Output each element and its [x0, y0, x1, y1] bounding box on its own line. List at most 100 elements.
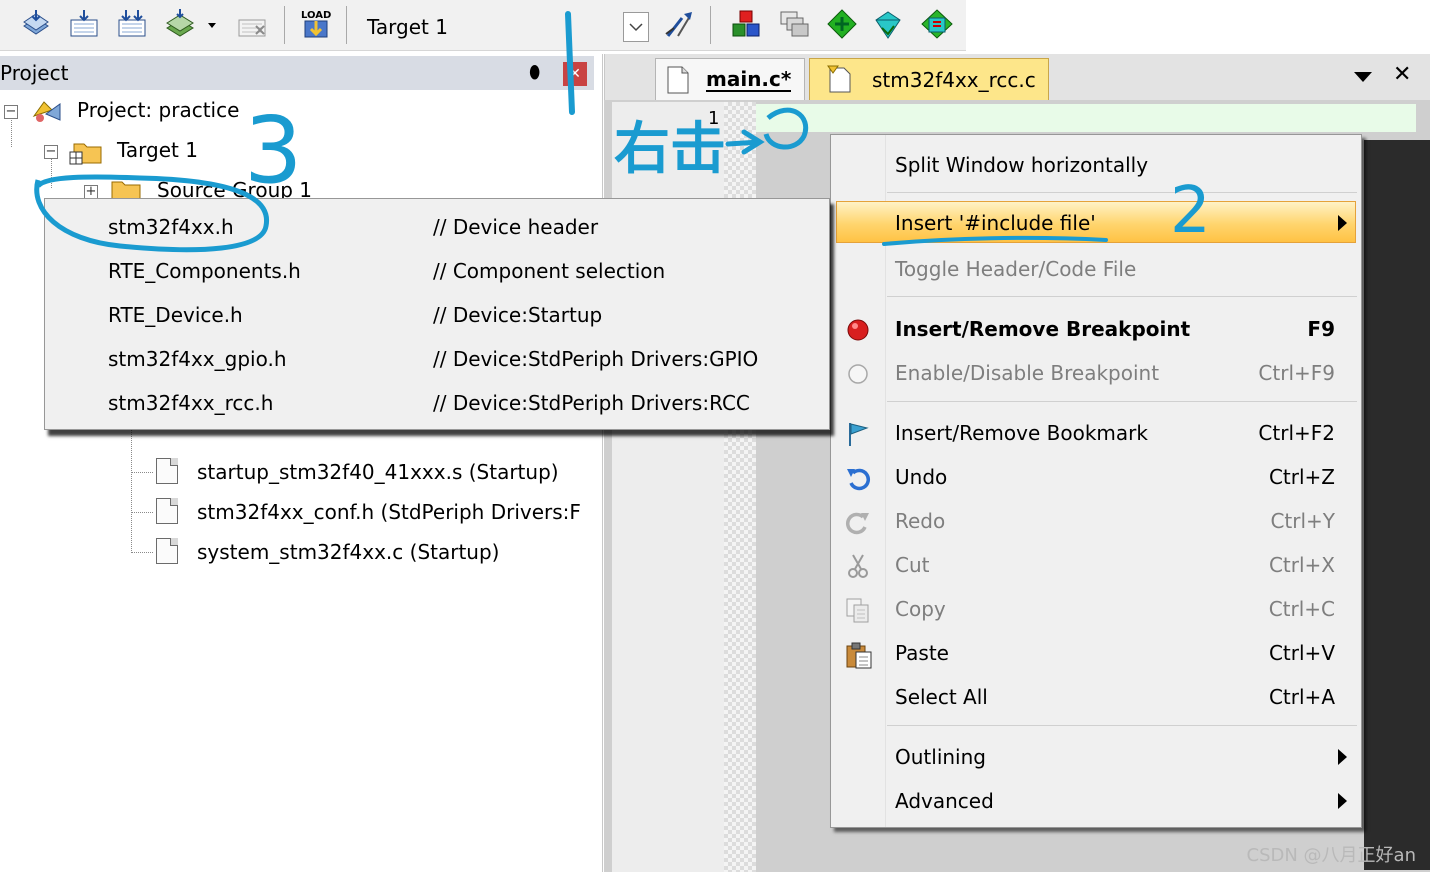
collapse-icon[interactable]: − [4, 105, 18, 119]
include-file-description: // Component selection [433, 259, 666, 283]
menu-item-undo[interactable]: Undo Ctrl+Z [831, 455, 1361, 499]
menu-item-copy[interactable]: Copy Ctrl+C [831, 587, 1361, 631]
editor-code-background [1364, 140, 1430, 870]
tab-label: main.c* [706, 67, 792, 92]
dropdown-arrow-icon[interactable] [204, 8, 220, 40]
include-item[interactable]: stm32f4xx_gpio.h // Device:StdPeriph Dri… [45, 335, 829, 379]
toolbar-separator [710, 6, 711, 44]
bookmark-flag-icon [845, 421, 871, 447]
menu-item-shortcut: Ctrl+X [1268, 553, 1335, 577]
include-item[interactable]: RTE_Components.h // Component selection [45, 247, 829, 291]
close-tab-icon[interactable]: ✕ [1393, 62, 1411, 87]
load-text: LOAD [301, 10, 331, 21]
target-name: Target 1 [367, 15, 448, 39]
collapse-icon[interactable]: − [44, 145, 58, 159]
menu-separator [887, 725, 1357, 726]
menu-item-label: Outlining [895, 745, 986, 769]
include-file-name: stm32f4xx_gpio.h [108, 347, 287, 371]
stop-build-icon[interactable] [236, 8, 268, 40]
include-file-description: // Device:StdPeriph Drivers:GPIO [433, 347, 759, 371]
menu-item-insert-include[interactable]: Insert '#include file' [831, 201, 1361, 245]
file-icon [156, 498, 178, 524]
tree-item-file[interactable]: startup_stm32f40_41xxx.s (Startup) [150, 454, 600, 490]
build-icon[interactable] [68, 8, 100, 40]
tree-item-label: system_stm32f4xx.c (Startup) [197, 540, 500, 564]
menu-separator [887, 296, 1357, 297]
menu-item-label: Undo [895, 465, 948, 489]
translate-icon[interactable] [20, 8, 52, 40]
expand-icon[interactable]: + [84, 185, 98, 199]
manage-components-icon[interactable] [730, 8, 762, 40]
menu-item-label: Select All [895, 685, 988, 709]
menu-item-label: Advanced [895, 789, 994, 813]
include-item[interactable]: stm32f4xx_rcc.h // Device:StdPeriph Driv… [45, 379, 829, 423]
batch-build-icon[interactable] [164, 8, 196, 40]
editor-current-line[interactable] [756, 104, 1416, 132]
load-download-icon[interactable]: LOAD [300, 8, 332, 40]
menu-item-label: Insert/Remove Breakpoint [895, 317, 1191, 341]
include-file-submenu: stm32f4xx.h // Device header RTE_Compone… [44, 198, 830, 430]
tab-stm32f4xx-rcc-c[interactable]: stm32f4xx_rcc.c [809, 58, 1049, 100]
line-number: 1 [708, 108, 720, 129]
menu-item-toggle-header[interactable]: Toggle Header/Code File [831, 247, 1361, 291]
tree-item-project[interactable]: − Project: practice [0, 92, 300, 128]
submenu-arrow-icon [1338, 215, 1347, 231]
manage-rte-icon[interactable] [920, 8, 953, 40]
menu-item-enable-breakpoint[interactable]: Enable/Disable Breakpoint Ctrl+F9 [831, 351, 1361, 395]
redo-icon [845, 509, 871, 535]
paste-icon [845, 641, 872, 669]
menu-item-label: Copy [895, 597, 946, 621]
project-panel-title: Project [0, 61, 69, 85]
menu-item-shortcut: F9 [1307, 317, 1335, 341]
tree-item-label: startup_stm32f40_41xxx.s (Startup) [197, 460, 559, 484]
menu-item-label: Enable/Disable Breakpoint [895, 361, 1160, 385]
include-file-description: // Device:Startup [433, 303, 603, 327]
tab-main-c[interactable]: main.c* [655, 58, 805, 100]
copy-target-icon[interactable] [778, 8, 810, 40]
menu-separator [887, 401, 1357, 402]
include-item[interactable]: stm32f4xx.h // Device header [45, 203, 829, 247]
include-file-name: RTE_Components.h [108, 259, 301, 283]
copy-icon [845, 597, 871, 623]
menu-item-shortcut: Ctrl+Z [1268, 465, 1335, 489]
menu-item-paste[interactable]: Paste Ctrl+V [831, 631, 1361, 675]
tree-item-file[interactable]: system_stm32f4xx.c (Startup) [150, 534, 600, 570]
breakpoint-disabled-icon [845, 361, 871, 387]
menu-item-select-all[interactable]: Select All Ctrl+A [831, 675, 1361, 719]
menu-item-split-window[interactable]: Split Window horizontally [831, 143, 1361, 187]
include-file-name: RTE_Device.h [108, 303, 243, 327]
menu-item-outlining[interactable]: Outlining [831, 735, 1361, 779]
undo-icon [845, 465, 871, 491]
tree-item-label: Project: practice [77, 98, 240, 122]
menu-item-shortcut: Ctrl+A [1268, 685, 1335, 709]
include-item[interactable]: RTE_Device.h // Device:Startup [45, 291, 829, 335]
pack-installer-icon[interactable] [826, 8, 858, 40]
panel-splitter[interactable] [602, 54, 603, 872]
options-for-target-icon[interactable] [664, 8, 696, 40]
menu-item-shortcut: Ctrl+F9 [1258, 361, 1335, 385]
menu-item-label: Paste [895, 641, 949, 665]
editor-context-menu: Split Window horizontally Insert '#inclu… [830, 134, 1362, 828]
menu-item-cut[interactable]: Cut Ctrl+X [831, 543, 1361, 587]
tree-item-target[interactable]: − Target 1 [40, 132, 340, 168]
close-icon[interactable]: ✕ [563, 62, 587, 86]
menu-item-redo[interactable]: Redo Ctrl+Y [831, 499, 1361, 543]
menu-item-shortcut: Ctrl+C [1268, 597, 1335, 621]
toolbar: LOAD Target 1 [0, 0, 966, 51]
menu-item-label: Split Window horizontally [895, 153, 1149, 177]
target-dropdown-icon[interactable] [623, 12, 649, 42]
menu-item-insert-bookmark[interactable]: Insert/Remove Bookmark Ctrl+F2 [831, 411, 1361, 455]
menu-item-insert-breakpoint[interactable]: Insert/Remove Breakpoint F9 [831, 307, 1361, 351]
include-file-description: // Device:StdPeriph Drivers:RCC [433, 391, 750, 415]
menu-item-shortcut: Ctrl+F2 [1258, 421, 1335, 445]
rebuild-icon[interactable] [116, 8, 148, 40]
include-file-name: stm32f4xx_rcc.h [108, 391, 274, 415]
pin-icon[interactable]: ⬮ [529, 62, 540, 83]
project-panel-header: Project ⬮ ✕ [0, 56, 594, 90]
tree-item-file[interactable]: stm32f4xx_conf.h (StdPeriph Drivers:F [150, 494, 600, 530]
menu-item-label: Insert '#include file' [895, 211, 1096, 235]
menu-item-label: Redo [895, 509, 946, 533]
tab-list-dropdown-icon[interactable] [1354, 72, 1372, 82]
menu-item-advanced[interactable]: Advanced [831, 779, 1361, 823]
select-packs-icon[interactable] [872, 8, 904, 40]
